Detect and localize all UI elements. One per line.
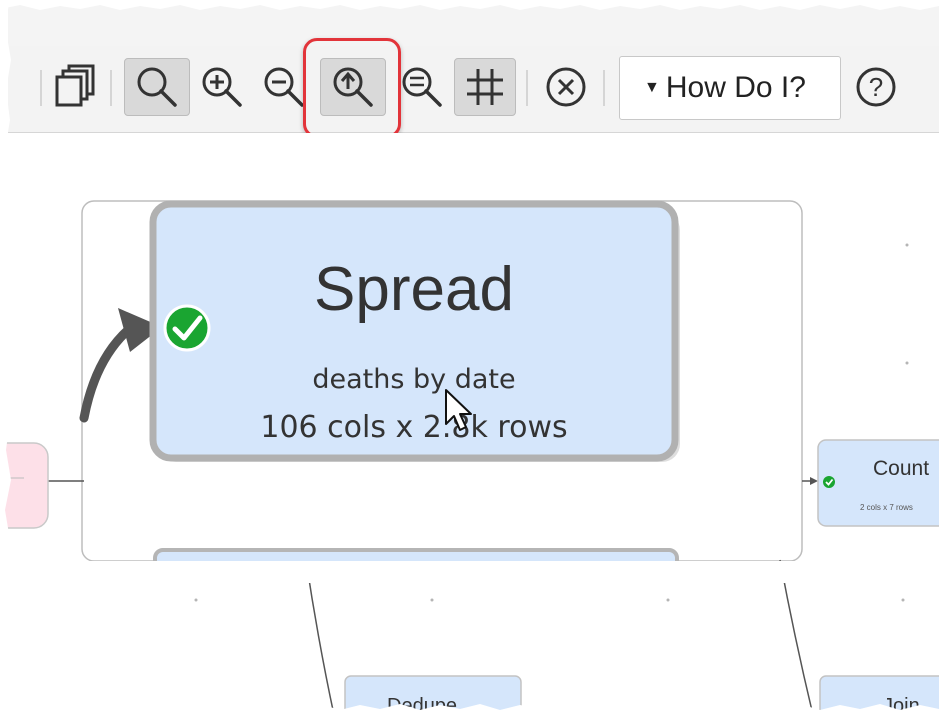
torn-edge xyxy=(0,0,939,715)
app-window: ▼ How Do I? ? Spread deaths by date 106 … xyxy=(0,0,939,715)
